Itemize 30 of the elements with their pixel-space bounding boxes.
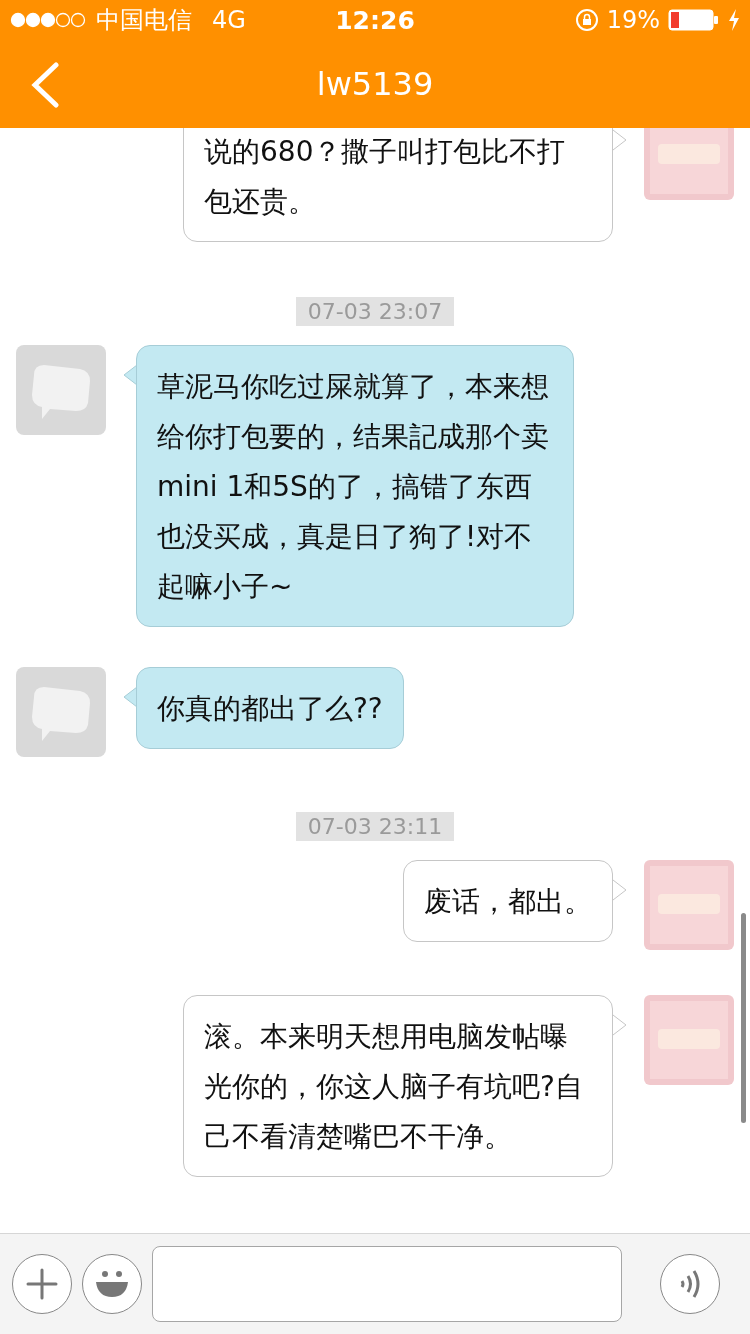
- message-bubble: 滚。本来明天想用电脑发帖曝光你的，你这人脑子有坑吧?自己不看清楚嘴巴不干净。: [183, 995, 613, 1177]
- network-type: 4G: [212, 6, 246, 34]
- bubble-tail: [123, 685, 137, 709]
- message-bubble: 草泥马你吃过屎就算了，本来想给你打包要的，结果記成那个卖mini 1和5S的了，搞错了东西也没买成，真是日了狗了!对不起嘛小子~: [136, 345, 574, 627]
- plus-icon: [26, 1268, 58, 1300]
- message-bubble: 废话，都出。: [403, 860, 613, 942]
- emoji-button[interactable]: [82, 1254, 142, 1314]
- battery-icon: [668, 9, 720, 31]
- smiley-icon: [94, 1269, 130, 1299]
- message-input[interactable]: [152, 1246, 622, 1322]
- bubble-tail: [613, 128, 627, 152]
- message-bubble: 说的680？撒子叫打包比不打包还贵。: [183, 128, 613, 242]
- battery-percent: 19%: [606, 6, 660, 34]
- voice-button[interactable]: [660, 1254, 720, 1314]
- carrier-name: 中国电信: [96, 5, 192, 36]
- timestamp: 07-03 23:07: [295, 297, 455, 326]
- rotation-lock-icon: [574, 8, 599, 32]
- back-button[interactable]: [30, 62, 60, 108]
- sound-waves-icon: [678, 1269, 702, 1299]
- charging-icon: [728, 9, 740, 31]
- bubble-tail: [613, 878, 627, 902]
- message-bubble: 你真的都出了么??: [136, 667, 404, 749]
- chat-title: lw5139: [316, 65, 434, 103]
- timestamp: 07-03 23:11: [295, 812, 455, 841]
- chevron-left-icon: [30, 62, 60, 108]
- add-button[interactable]: [12, 1254, 72, 1314]
- clock: 12:26: [335, 5, 415, 35]
- bubble-tail: [613, 1013, 627, 1037]
- signal-icon: [10, 12, 86, 28]
- bubble-tail: [123, 363, 137, 387]
